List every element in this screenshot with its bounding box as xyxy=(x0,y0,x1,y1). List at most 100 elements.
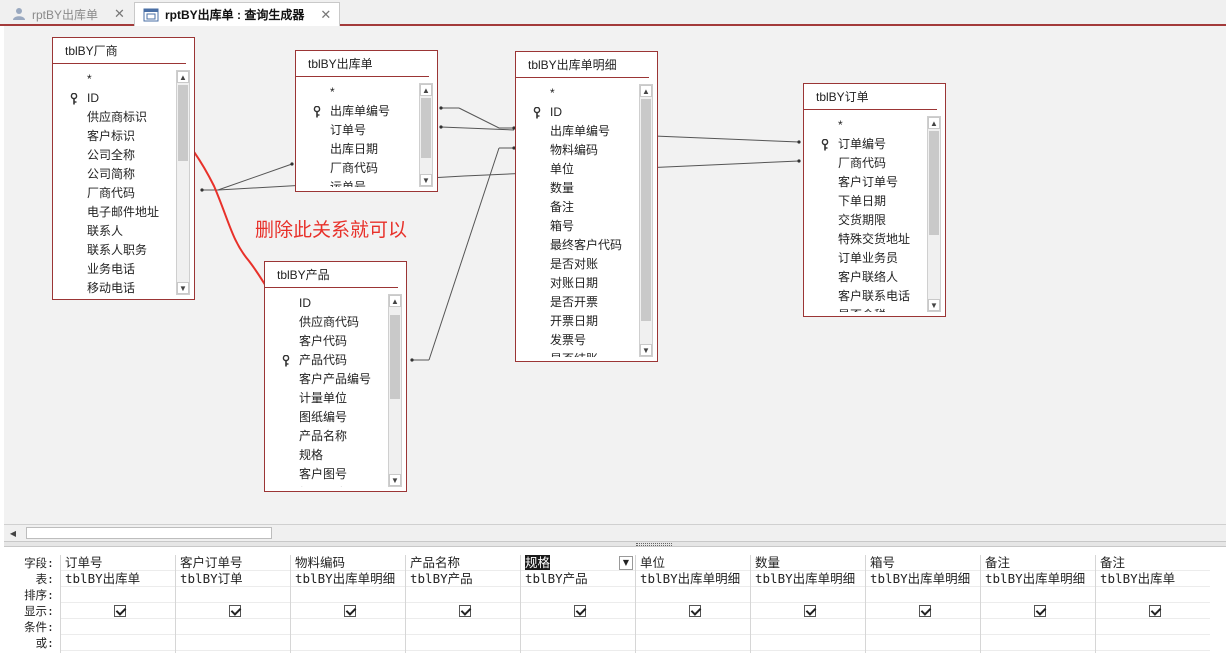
tab-query-builder[interactable]: rptBY出库单 : 查询生成器 ✕ xyxy=(134,2,341,26)
table-cell[interactable]: tblBY出库单明细 xyxy=(291,571,405,587)
field-item[interactable]: 数量 xyxy=(516,179,639,198)
or-cell[interactable] xyxy=(751,635,865,651)
field-item[interactable]: 公司全称 xyxy=(53,146,176,165)
field-list[interactable]: * ID 供应商标识 客户标识 公司全称 公司简称 厂商代码 电子邮件地址 联系人 联系人职务 业务… xyxy=(53,70,176,295)
field-item[interactable]: 厂商代码 xyxy=(53,184,176,203)
scroll-down-icon[interactable]: ▼ xyxy=(177,282,189,294)
vertical-scrollbar[interactable]: ▲ ▼ xyxy=(176,70,190,295)
sort-cell[interactable] xyxy=(176,587,290,603)
field-cell[interactable]: 单位 xyxy=(636,555,750,571)
field-item[interactable]: 客户产品编号 xyxy=(265,370,388,389)
vertical-scrollbar[interactable]: ▲ ▼ xyxy=(639,84,653,357)
table-title[interactable]: tblBY订单 xyxy=(804,84,937,110)
table-design-pane[interactable]: 删除此关系就可以 tblBY厂商 * ID 供应商标识 客户标识 公司全称 公司简称 厂商代… xyxy=(4,26,1226,524)
field-item[interactable]: 图纸编号 xyxy=(265,408,388,427)
field-list[interactable]: ID 供应商代码客户代码产品代码客户产品编号计量单位图纸编号产品名称规格客户图号加… xyxy=(265,294,388,487)
field-item[interactable]: 移动电话 xyxy=(53,279,176,295)
close-icon[interactable]: ✕ xyxy=(320,7,331,23)
grid-column[interactable]: 备注 tblBY出库单明细 xyxy=(980,555,1095,653)
grid-column[interactable]: 规格 ▼ tblBY产品 xyxy=(520,555,635,653)
grid-column[interactable]: 物料编码 tblBY出库单明细 xyxy=(290,555,405,653)
scroll-down-icon[interactable]: ▼ xyxy=(640,344,652,356)
scroll-down-icon[interactable]: ▼ xyxy=(420,174,432,186)
field-item[interactable]: 是否结账 xyxy=(516,350,639,357)
field-item[interactable]: 客户标识 xyxy=(53,127,176,146)
field-item[interactable]: 客户图号 xyxy=(265,465,388,484)
or-cell[interactable] xyxy=(406,635,520,651)
or-cell[interactable] xyxy=(866,635,980,651)
scroll-down-icon[interactable]: ▼ xyxy=(928,299,940,311)
field-item[interactable]: 产品名称 xyxy=(265,427,388,446)
field-item[interactable]: * xyxy=(53,70,176,89)
field-item[interactable]: * xyxy=(516,84,639,103)
show-checkbox[interactable] xyxy=(114,605,126,617)
sort-cell[interactable] xyxy=(1096,587,1210,603)
field-item[interactable]: * xyxy=(804,116,927,135)
field-item[interactable]: ID xyxy=(516,103,639,122)
table-order[interactable]: tblBY订单 * 订单编号 厂商代码 客户订单号 下单日期 交货期限 特殊交货地址 订单业务… xyxy=(803,83,946,317)
field-cell[interactable]: 数量 xyxy=(751,555,865,571)
field-item[interactable]: 客户联系电话 xyxy=(804,287,927,306)
sort-cell[interactable] xyxy=(636,587,750,603)
scroll-up-icon[interactable]: ▲ xyxy=(389,295,401,307)
field-item[interactable]: 厂商代码 xyxy=(804,154,927,173)
field-item[interactable]: 物料编码 xyxy=(516,141,639,160)
table-cell[interactable]: tblBY订单 xyxy=(176,571,290,587)
vertical-scrollbar[interactable]: ▲ ▼ xyxy=(419,83,433,187)
show-checkbox[interactable] xyxy=(919,605,931,617)
field-item[interactable]: 客户联络人 xyxy=(804,268,927,287)
criteria-cell[interactable] xyxy=(61,619,175,635)
or-cell[interactable] xyxy=(291,635,405,651)
vertical-scrollbar[interactable]: ▲ ▼ xyxy=(388,294,402,487)
show-checkbox[interactable] xyxy=(1034,605,1046,617)
chevron-down-icon[interactable]: ▼ xyxy=(619,556,633,570)
field-cell[interactable]: 备注 xyxy=(981,555,1095,571)
grid-column[interactable]: 订单号 tblBY出库单 xyxy=(60,555,175,653)
scroll-up-icon[interactable]: ▲ xyxy=(640,85,652,97)
field-item[interactable]: 订单编号 xyxy=(804,135,927,154)
field-item[interactable]: 发票号 xyxy=(516,331,639,350)
table-cell[interactable]: tblBY出库单明细 xyxy=(981,571,1095,587)
show-checkbox[interactable] xyxy=(459,605,471,617)
field-item[interactable]: 联系人职务 xyxy=(53,241,176,260)
table-outbound-detail[interactable]: tblBY出库单明细 * ID 出库单编号 物料编码 单位 数量 备注 箱号 最终客户代码 是否对… xyxy=(515,51,658,362)
criteria-cell[interactable] xyxy=(521,619,635,635)
query-design-grid[interactable]: 字段: 表: 排序: 显示: 条件: 或: 订单号 tblBY出库单 客户订单号 tblBY订单… xyxy=(4,547,1226,653)
field-item[interactable]: 出库单编号 xyxy=(516,122,639,141)
or-cell[interactable] xyxy=(61,635,175,651)
field-item[interactable]: ID xyxy=(265,294,388,313)
or-cell[interactable] xyxy=(636,635,750,651)
criteria-cell[interactable] xyxy=(176,619,290,635)
field-item[interactable]: 最终客户代码 xyxy=(516,236,639,255)
field-cell[interactable]: 订单号 xyxy=(61,555,175,571)
criteria-cell[interactable] xyxy=(866,619,980,635)
field-item[interactable]: 出库单编号 xyxy=(296,102,419,121)
sort-cell[interactable] xyxy=(406,587,520,603)
field-item[interactable]: 厂商代码 xyxy=(296,159,419,178)
or-cell[interactable] xyxy=(981,635,1095,651)
show-checkbox[interactable] xyxy=(574,605,586,617)
grid-column[interactable]: 客户订单号 tblBY订单 xyxy=(175,555,290,653)
table-title[interactable]: tblBY产品 xyxy=(265,262,398,288)
scroll-up-icon[interactable]: ▲ xyxy=(928,117,940,129)
table-cell[interactable]: tblBY出库单明细 xyxy=(751,571,865,587)
sort-cell[interactable] xyxy=(866,587,980,603)
field-item[interactable]: 备注 xyxy=(516,198,639,217)
field-item[interactable]: 运单号 xyxy=(296,178,419,187)
sort-cell[interactable] xyxy=(291,587,405,603)
criteria-cell[interactable] xyxy=(291,619,405,635)
show-checkbox[interactable] xyxy=(689,605,701,617)
field-item[interactable]: 公司简称 xyxy=(53,165,176,184)
field-item[interactable]: 计量单位 xyxy=(265,389,388,408)
field-cell[interactable]: 物料编码 xyxy=(291,555,405,571)
field-item[interactable]: 客户代码 xyxy=(265,332,388,351)
field-list[interactable]: * 订单编号 厂商代码 客户订单号 下单日期 交货期限 特殊交货地址 订单业务员 客户联络人 客户… xyxy=(804,116,927,312)
table-title[interactable]: tblBY厂商 xyxy=(53,38,186,64)
table-cell[interactable]: tblBY出库单明细 xyxy=(636,571,750,587)
field-item[interactable]: 箱号 xyxy=(516,217,639,236)
field-item[interactable]: 出库日期 xyxy=(296,140,419,159)
table-cell[interactable]: tblBY出库单 xyxy=(61,571,175,587)
scroll-down-icon[interactable]: ▼ xyxy=(389,474,401,486)
sort-cell[interactable] xyxy=(521,587,635,603)
horizontal-scrollbar[interactable]: ◀ xyxy=(4,524,1226,541)
